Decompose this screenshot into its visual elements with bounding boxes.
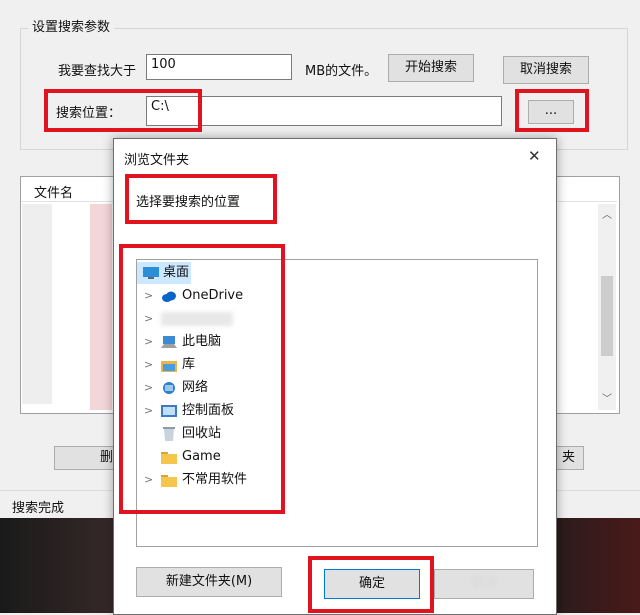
- tree-item[interactable]: > 库: [137, 354, 535, 376]
- size-label: 我要查找大于: [58, 64, 137, 79]
- scroll-down-icon[interactable]: ﹀: [602, 390, 612, 405]
- tree-item[interactable]: > 网络: [137, 377, 535, 399]
- dialog-prompt: 选择要搜索的位置: [136, 195, 241, 210]
- library-icon: [161, 358, 177, 372]
- tree-item-label: 网络: [182, 380, 209, 395]
- scroll-thumb[interactable]: [601, 276, 613, 356]
- status-text: 搜索完成: [12, 501, 65, 516]
- desktop-icon: [143, 266, 159, 280]
- tree-item-label: 不常用软件: [182, 472, 248, 487]
- network-icon: [161, 381, 177, 395]
- chevron-right-icon[interactable]: >: [144, 400, 153, 422]
- column-filename[interactable]: 文件名: [34, 182, 73, 201]
- tree-item[interactable]: > 此电脑: [137, 331, 535, 353]
- cancel-search-button[interactable]: 取消搜索: [503, 56, 589, 84]
- location-input[interactable]: C:\: [146, 96, 502, 126]
- location-label: 搜索位置：: [56, 106, 122, 121]
- scroll-up-icon[interactable]: ︿: [602, 206, 612, 221]
- delete-button[interactable]: 删: [54, 446, 120, 470]
- blurred-region: [22, 204, 52, 404]
- start-search-button[interactable]: 开始搜索: [388, 54, 474, 82]
- tree-item[interactable]: > 控制面板: [137, 400, 535, 422]
- tree-item-label: Game: [182, 449, 221, 464]
- chevron-right-icon[interactable]: >: [144, 469, 153, 491]
- tree-item-label: 库: [182, 357, 196, 372]
- results-scrollbar[interactable]: ︿ ﹀: [598, 204, 616, 410]
- chevron-right-icon[interactable]: >: [144, 377, 153, 399]
- size-input[interactable]: 100: [146, 54, 292, 80]
- browse-button[interactable]: ...: [528, 100, 574, 124]
- chevron-right-icon[interactable]: >: [144, 308, 153, 330]
- size-unit-label: MB的文件。: [305, 64, 378, 79]
- cancel-button[interactable]: 取消: [434, 569, 534, 599]
- cancel-button-label: 取消: [470, 576, 497, 591]
- chevron-right-icon[interactable]: >: [144, 331, 153, 353]
- folder-tree[interactable]: 桌面 > OneDrive > > 此电脑 > 库 > 网络 > 控制面板 回收站 Game > 不常用软件: [136, 259, 538, 547]
- new-folder-button[interactable]: 新建文件夹(M): [136, 567, 282, 597]
- group-title: 设置搜索参数: [28, 16, 115, 35]
- ok-button[interactable]: 确定: [324, 569, 420, 599]
- dialog-title: 浏览文件夹: [124, 153, 190, 168]
- blurred-region-red: [90, 204, 112, 410]
- open-folder-button-label: 夹: [561, 450, 575, 465]
- tree-item-label: 控制面板: [182, 403, 235, 418]
- cloud-icon: [161, 289, 177, 303]
- tree-item-label: 此电脑: [182, 334, 222, 349]
- tree-item-label: OneDrive: [182, 288, 244, 303]
- chevron-right-icon[interactable]: >: [144, 354, 153, 376]
- tree-item-label: 桌面: [163, 265, 190, 280]
- tree-item[interactable]: > 不常用软件: [137, 469, 535, 491]
- blurred-icon: [161, 312, 233, 326]
- folder-tree-rows: 桌面 > OneDrive > > 此电脑 > 库 > 网络 > 控制面板 回收站 Game > 不常用软件: [137, 260, 535, 544]
- delete-button-label: 删: [99, 450, 113, 465]
- chevron-right-icon[interactable]: >: [144, 285, 153, 307]
- computer-icon: [161, 335, 177, 349]
- folder-icon: [161, 450, 177, 464]
- tree-item[interactable]: Game: [137, 446, 535, 468]
- tree-item-label: 回收站: [182, 426, 222, 441]
- browse-folder-dialog: 浏览文件夹 ✕ 选择要搜索的位置 桌面 > OneDrive > > 此电脑 > 库 > 网络 > 控…: [113, 138, 557, 615]
- tree-item[interactable]: 桌面: [137, 262, 191, 284]
- tree-item[interactable]: >: [137, 308, 535, 330]
- close-icon[interactable]: ✕: [528, 147, 541, 165]
- tree-item[interactable]: > OneDrive: [137, 285, 535, 307]
- recycle-bin-icon: [161, 427, 177, 441]
- search-settings-group: [20, 28, 628, 150]
- tree-item[interactable]: 回收站: [137, 423, 535, 445]
- folder-icon: [161, 473, 177, 487]
- control-panel-icon: [161, 404, 177, 418]
